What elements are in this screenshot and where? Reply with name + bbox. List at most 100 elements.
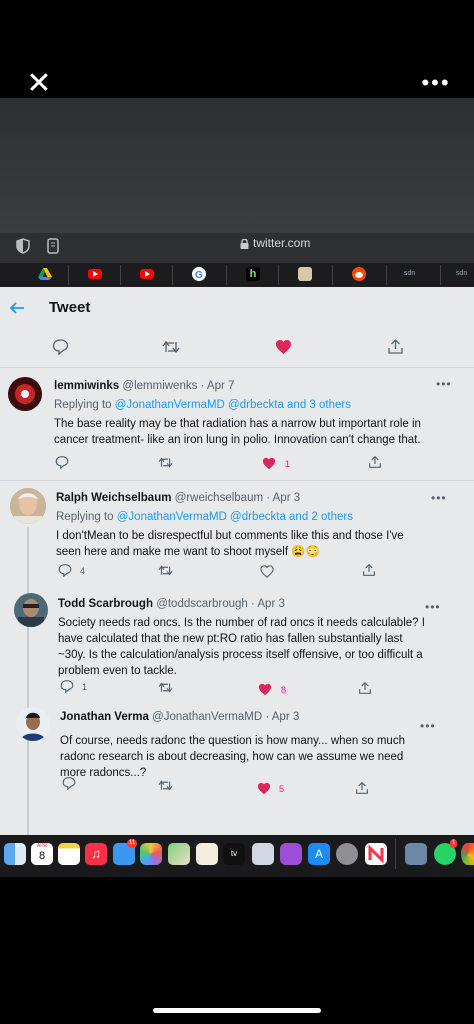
timestamp[interactable]: · Apr 7	[201, 380, 235, 392]
reply-prefix: Replying to	[56, 511, 114, 523]
more-options-button[interactable]: •••	[425, 600, 441, 614]
back-button[interactable]	[8, 299, 26, 317]
browser-address-bar	[0, 233, 474, 263]
keynote-icon[interactable]	[252, 843, 274, 865]
reply-context: Replying to @JonathanVermaMD @drbeckta a…	[56, 511, 353, 523]
retweet-button[interactable]	[162, 339, 180, 355]
avatar[interactable]	[14, 593, 48, 627]
mail-badge: 11	[127, 839, 138, 848]
youtube-icon[interactable]	[88, 269, 102, 279]
photos-icon[interactable]	[140, 843, 162, 865]
appstore-icon[interactable]: A	[308, 843, 330, 865]
appletv-icon[interactable]: tv	[223, 843, 245, 865]
share-button[interactable]	[355, 781, 369, 795]
more-options-button[interactable]: •••	[436, 377, 452, 391]
retweet-icon	[158, 565, 173, 576]
music-icon[interactable]: ♫	[85, 843, 107, 865]
handle[interactable]: @JonathanVermaMD	[152, 711, 262, 723]
shield-icon	[16, 238, 30, 254]
preview-icon[interactable]	[405, 843, 427, 865]
reply-icon	[60, 680, 74, 693]
display-name[interactable]: Todd Scarbrough	[58, 598, 153, 610]
heart-filled-icon	[262, 457, 276, 470]
display-name[interactable]: Jonathan Verma	[60, 711, 149, 723]
timestamp[interactable]: · Apr 3	[266, 492, 300, 504]
share-icon	[356, 781, 368, 794]
handle[interactable]: @rweichselbaum	[175, 492, 263, 504]
retweet-icon	[158, 682, 173, 693]
retweet-button[interactable]	[158, 681, 173, 694]
finder-icon[interactable]	[4, 843, 26, 865]
like-count: 1	[285, 459, 291, 469]
reply-button[interactable]	[52, 338, 69, 355]
retweet-button[interactable]	[158, 564, 173, 577]
monitor-bezel	[0, 98, 474, 233]
drive-icon[interactable]	[38, 267, 52, 281]
reply-icon	[58, 564, 72, 577]
news-icon[interactable]	[298, 267, 312, 281]
share-icon	[388, 339, 403, 354]
retweet-button[interactable]	[158, 456, 173, 469]
reply-button[interactable]	[62, 776, 76, 790]
handle[interactable]: @toddscarbrough	[156, 598, 248, 610]
sdn-icon[interactable]: sdn	[404, 267, 422, 281]
more-options-button[interactable]: •••	[420, 719, 436, 733]
like-button[interactable]	[257, 782, 271, 795]
twitter-page: Tweet lemmiwinks @lemmiwenks · Apr 7 •••…	[0, 287, 474, 835]
like-button[interactable]	[275, 339, 292, 355]
like-button[interactable]	[258, 683, 272, 696]
share-button[interactable]	[358, 681, 372, 695]
handle[interactable]: @lemmiwenks	[122, 380, 197, 392]
news-app-icon[interactable]	[365, 843, 387, 865]
url-display[interactable]: twitter.com	[240, 236, 310, 250]
more-icon: •••	[421, 70, 451, 95]
reply-mentions[interactable]: @JonathanVermaMD @drbeckta and 3 others	[115, 399, 351, 411]
avatar[interactable]	[8, 377, 42, 411]
like-button[interactable]	[260, 565, 274, 578]
chrome-icon[interactable]	[461, 843, 474, 865]
close-icon: ✕	[26, 67, 52, 100]
sdn-label: sdn	[404, 270, 416, 277]
share-button[interactable]	[387, 338, 404, 355]
hulu-icon[interactable]: h	[246, 267, 260, 281]
reply-mentions[interactable]: @JonathanVermaMD @drbeckta and 2 others	[117, 511, 353, 523]
retweet-button[interactable]	[158, 779, 173, 792]
reply-count: 4	[80, 566, 86, 576]
reply-button[interactable]	[60, 679, 74, 693]
timestamp[interactable]: · Apr 3	[265, 711, 299, 723]
reply-button[interactable]	[55, 455, 69, 469]
notes-icon[interactable]	[58, 843, 80, 865]
tweet-text: I don'tMean to be disrespectful but comm…	[56, 530, 404, 558]
more-options-button[interactable]: •••	[431, 491, 447, 505]
like-button[interactable]	[262, 457, 276, 470]
system-preferences-icon[interactable]	[336, 843, 358, 865]
divider	[0, 367, 474, 368]
reddit-icon[interactable]	[352, 267, 366, 281]
reader-icon	[46, 237, 60, 255]
share-button[interactable]	[368, 455, 382, 469]
dock-separator	[395, 839, 396, 869]
youtube-icon[interactable]	[140, 269, 154, 279]
sdn-icon[interactable]: sdn	[456, 267, 474, 281]
avatar[interactable]	[16, 707, 50, 741]
avatar[interactable]	[10, 488, 46, 524]
hulu-label: h	[249, 268, 257, 280]
appletv-label: tv	[230, 849, 238, 858]
google-icon[interactable]: G	[192, 267, 206, 281]
tweet-author: Jonathan Verma @JonathanVermaMD · Apr 3	[60, 711, 299, 723]
share-button[interactable]	[362, 563, 376, 577]
home-indicator[interactable]	[153, 1008, 321, 1013]
pencil-icon[interactable]	[196, 843, 218, 865]
calendar-icon[interactable]: APR 8	[31, 843, 53, 865]
maps-icon[interactable]	[168, 843, 190, 865]
reply-context: Replying to @JonathanVermaMD @drbeckta a…	[54, 399, 351, 411]
podcasts-icon[interactable]	[280, 843, 302, 865]
heart-filled-icon	[257, 782, 271, 795]
tweet-author: Todd Scarbrough @toddscarbrough · Apr 3	[58, 598, 285, 610]
display-name[interactable]: lemmiwinks	[54, 380, 119, 392]
share-icon	[359, 681, 371, 694]
arrow-left-icon	[9, 302, 24, 314]
reply-button[interactable]	[58, 563, 72, 577]
timestamp[interactable]: · Apr 3	[251, 598, 285, 610]
display-name[interactable]: Ralph Weichselbaum	[56, 492, 171, 504]
